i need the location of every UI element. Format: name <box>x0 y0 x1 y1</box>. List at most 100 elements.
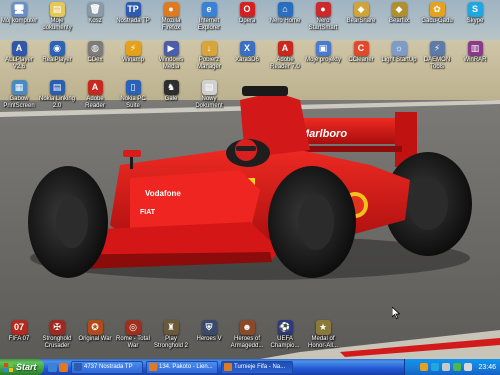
desktop-icon-label: Adobe Reader 7.0 <box>270 57 300 70</box>
firefox-icon[interactable] <box>59 362 68 372</box>
bearshare-icon: ◆ <box>353 2 369 17</box>
xara3d-icon: X <box>239 41 255 56</box>
desktop-icon-gadu-gadu[interactable]: ✿ Gadu-Gadu <box>418 2 456 25</box>
desktop-icon-label: Bearflix <box>388 18 409 24</box>
task-button-label: Turnieje Fifa - Na... <box>234 364 286 370</box>
desktop-icon-label: Gabow PrintScreen <box>3 96 35 109</box>
desktop-icon-gabow-printscreen[interactable]: ▦ Gabow PrintScreen <box>0 80 38 110</box>
desktop-icon-bearshare[interactable]: ◆ BearShare <box>342 2 380 25</box>
desktop-icon-pobierz-manager[interactable]: ↓ Pobierz Manager <box>190 41 228 71</box>
desktop-icon-label: Original War <box>78 336 112 342</box>
daemon-tools-icon: ⚡ <box>429 41 445 56</box>
tray-gadu-gadu-icon[interactable] <box>420 363 429 371</box>
desktop-icon-heroes-v[interactable]: ⛨ Heroes V <box>190 320 228 343</box>
desktop-icon-ccleaner[interactable]: C CCleaner <box>342 41 380 64</box>
task-buttons: 4737 Nostrada TP 134. Pakoto - Lien... Tur… <box>68 360 293 374</box>
desktop-icon-label: Gadu-Gadu <box>421 18 453 24</box>
desktop-icon-stronghold-crusader[interactable]: ✠ Stronghold Crusader <box>38 320 76 350</box>
desktop-icon-rome-total-war[interactable]: ◎ Rome - Total War <box>114 320 152 350</box>
desktop-icon-adobe-reader-2[interactable]: A Adobe Reader <box>76 80 114 110</box>
bearflix-icon: ◆ <box>391 2 407 17</box>
desktop-icon-recycle-bin[interactable]: 🗑 Kosz <box>76 2 114 25</box>
desktop-icon-alltoplayer[interactable]: A ALLPlayer V2.6 <box>0 41 38 71</box>
svg-text:Vodafone: Vodafone <box>145 189 181 198</box>
desktop-icon-label: Kosz <box>88 18 102 24</box>
desktop-icon-xara3d[interactable]: X Xara3D6 <box>228 41 266 64</box>
desktop-icon-label: Adobe Reader <box>85 96 105 109</box>
task-button-label: 134. Pakoto - Lien... <box>159 364 213 370</box>
nostrada-icon: TP <box>125 2 141 17</box>
desktop-icon-nokia-pc-suite[interactable]: ▯ Nokia PC Suite <box>114 80 152 110</box>
desktop-icon-moje-projekty[interactable]: ▣ Moje projekty <box>304 41 342 64</box>
desktop-icon-heroes-armageddon[interactable]: ☻ Heroes of Armagedd... <box>228 320 266 350</box>
desktop-icon-label: Nowy Dokument <box>195 96 223 109</box>
desktop-icon-label: Mój komputer <box>0 18 38 24</box>
desktop-icon-firefox[interactable]: ● Mozilla Firefox <box>152 2 190 32</box>
desktop-icon-original-war[interactable]: ✪ Original War <box>76 320 114 343</box>
desktop-icon-label: Heroes V <box>196 336 222 342</box>
nero-home-icon: ⌂ <box>277 2 293 17</box>
windows-media-icon: ▶ <box>163 41 179 56</box>
nero-startsmart-icon: ● <box>315 2 331 17</box>
desktop-icon-nokia-linking[interactable]: ▤ Nokia Linking 2.0 <box>38 80 76 110</box>
task-turnieje-button[interactable]: Turnieje Fifa - Na... <box>221 360 293 374</box>
task-nostrada-button[interactable]: 4737 Nostrada TP <box>71 360 143 374</box>
desktop-icon-fifa07[interactable]: 07 FIFA 07 <box>0 320 38 343</box>
light-startup-icon: ☼ <box>391 41 407 56</box>
desktop-icon-uefa-champions[interactable]: ⚽ UEFA Champio... <box>266 320 304 350</box>
gale-icon: ♞ <box>163 80 179 95</box>
desktop-icon-label: DAEMON Tools <box>423 57 451 70</box>
desktop-icon-windows-media[interactable]: ▶ Windows Media <box>152 41 190 71</box>
desktop-icon-label: Pobierz Manager <box>197 57 221 70</box>
desktop-icon-nero-home[interactable]: ⌂ Nero Home <box>266 2 304 25</box>
quick-launch-bar <box>48 362 68 372</box>
desktop-icon-medal-of-honor[interactable]: ★ Medal of Honor-All... <box>304 320 342 350</box>
desktop-icon-nowy-dokument[interactable]: ▤ Nowy Dokument <box>190 80 228 110</box>
cdex-icon: ◍ <box>87 41 103 56</box>
system-tray: 23:46 <box>404 359 500 375</box>
desktop-icon-cdex[interactable]: ◍ CDex <box>76 41 114 64</box>
desktop-icon-label: Play Stronghold 2 <box>153 336 189 349</box>
desktop-icon-label: Internet Explorer <box>197 18 221 31</box>
desktop-icon-skype[interactable]: S Skype <box>456 2 494 25</box>
desktop-icon-bearflix[interactable]: ◆ Bearflix <box>380 2 418 25</box>
ie-icon: e <box>201 2 217 17</box>
task-nostrada-icon <box>74 363 82 371</box>
desktop-icon-my-computer[interactable]: 🖥 Mój komputer <box>0 2 38 25</box>
desktop-icon-nostrada[interactable]: TP Nostrada TP <box>114 2 152 25</box>
desktop-icon-adobe-reader[interactable]: A Adobe Reader 7.0 <box>266 41 304 71</box>
desktop-icon-realplayer[interactable]: ◉ RealPlayer <box>38 41 76 64</box>
desktop-icon-my-documents[interactable]: ▤ Moje dokumenty <box>38 2 76 32</box>
tray-network-icon[interactable] <box>453 363 462 371</box>
desktop-icon-label: FIFA 07 <box>8 336 30 342</box>
desktop-icon-ie[interactable]: e Internet Explorer <box>190 2 228 32</box>
start-button[interactable]: Start <box>0 359 44 375</box>
desktop-icon-opera[interactable]: O Opera <box>228 2 266 25</box>
task-pakoto-button[interactable]: 134. Pakoto - Lien... <box>146 360 218 374</box>
desktop-icon-label: Nokia PC Suite <box>120 96 146 109</box>
desktop-icon-light-startup[interactable]: ☼ Light StartUp <box>380 41 418 64</box>
tray-volume-icon[interactable] <box>442 363 451 371</box>
nokia-pc-suite-icon: ▯ <box>125 80 141 95</box>
desktop-icon-daemon-tools[interactable]: ⚡ DAEMON Tools <box>418 41 456 71</box>
desktop-icon-label: CCleaner <box>348 57 374 63</box>
desktop-icon-gale[interactable]: ♞ Gale <box>152 80 190 103</box>
realplayer-icon: ◉ <box>49 41 65 56</box>
desktop-icon-nero-startsmart[interactable]: ● Nero StartSmart <box>304 2 342 32</box>
rome-total-war-icon: ◎ <box>125 320 141 335</box>
desktop-icon-winamp[interactable]: ⚡ Winamp <box>114 41 152 64</box>
tray-skype-icon[interactable] <box>431 363 440 371</box>
desktop-icon-label: Rome - Total War <box>116 336 150 349</box>
desktop-icon-winrar[interactable]: ▥ WinRAR <box>456 41 494 64</box>
moje-projekty-icon: ▣ <box>315 41 331 56</box>
system-clock[interactable]: 23:46 <box>478 364 496 371</box>
taskbar: Start 4737 Nostrada TP 134. Pakoto - Lien… <box>0 359 500 375</box>
internet-explorer-icon[interactable] <box>48 362 57 372</box>
desktop-icon-play-stronghold-2[interactable]: ♜ Play Stronghold 2 <box>152 320 190 350</box>
my-computer-icon: 🖥 <box>11 2 27 17</box>
winrar-icon: ▥ <box>467 41 483 56</box>
tray-safely-remove-icon[interactable] <box>464 363 473 371</box>
desktop-icon-label: RealPlayer <box>42 57 72 63</box>
desktop-icon-label: Moje projekty <box>305 57 341 63</box>
desktop-icon-label: Light StartUp <box>381 57 417 63</box>
